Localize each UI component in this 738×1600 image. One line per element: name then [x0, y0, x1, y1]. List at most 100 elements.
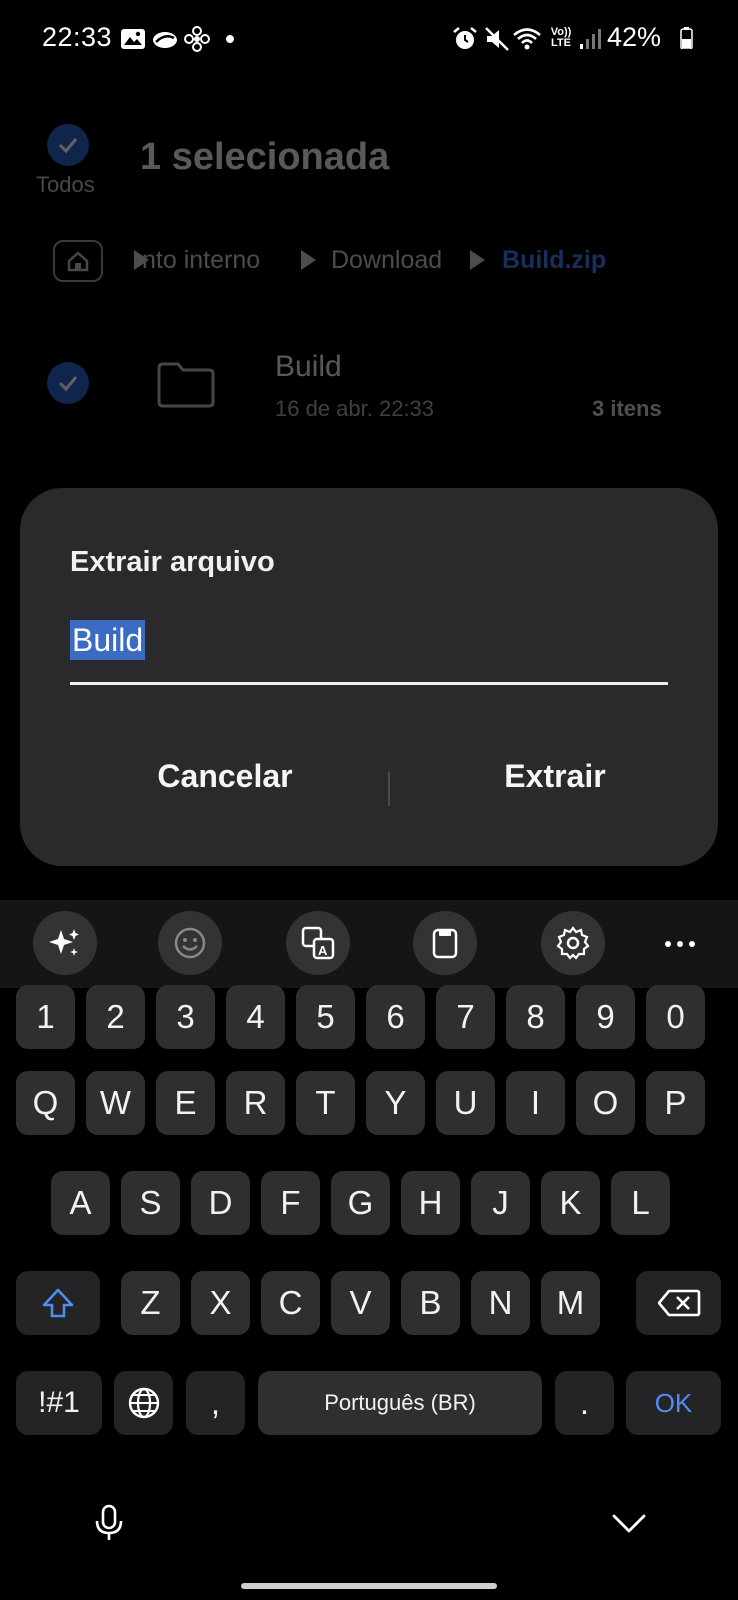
dialog-title: Extrair arquivo: [70, 546, 275, 578]
fan-icon: [184, 26, 210, 52]
key-5[interactable]: 5: [296, 985, 355, 1049]
selection-title: 1 selecionada: [140, 136, 390, 178]
translate-button[interactable]: A: [286, 911, 350, 975]
emoji-button[interactable]: [158, 911, 222, 975]
home-indicator[interactable]: [241, 1583, 497, 1589]
key-s[interactable]: S: [121, 1171, 180, 1235]
clipboard-button[interactable]: [413, 911, 477, 975]
home-icon: [67, 251, 89, 272]
key-9[interactable]: 9: [576, 985, 635, 1049]
key-e[interactable]: E: [156, 1071, 215, 1135]
file-date: 16 de abr. 22:33: [275, 396, 435, 421]
more-icon: [665, 941, 695, 947]
ai-sparkle-icon: [49, 929, 79, 956]
breadcrumb-internal-storage[interactable]: nto interno: [142, 246, 260, 275]
settings-icon: [556, 926, 590, 960]
cloud-icon: [153, 32, 177, 48]
breadcrumb-arrow-icon: [301, 250, 316, 270]
breadcrumb-arrow-icon: [470, 250, 485, 270]
key-1[interactable]: 1: [16, 985, 75, 1049]
clipboard-icon: [432, 928, 458, 959]
key-7[interactable]: 7: [436, 985, 495, 1049]
alarm-icon: [453, 27, 477, 49]
ok-key[interactable]: OK: [626, 1371, 721, 1435]
key-h[interactable]: H: [401, 1171, 460, 1235]
key-i[interactable]: I: [506, 1071, 565, 1135]
key-j[interactable]: J: [471, 1171, 530, 1235]
emoji-icon: [174, 927, 206, 959]
select-all-checkbox[interactable]: [47, 124, 89, 166]
more-button[interactable]: [660, 924, 700, 964]
key-r[interactable]: R: [226, 1071, 285, 1135]
mute-icon: [485, 27, 509, 51]
hide-keyboard-button[interactable]: [606, 1500, 652, 1546]
file-item-checkbox[interactable]: [47, 362, 89, 404]
key-n[interactable]: N: [471, 1271, 530, 1335]
key-8[interactable]: 8: [506, 985, 565, 1049]
key-a[interactable]: A: [51, 1171, 110, 1235]
globe-icon: [128, 1387, 159, 1419]
folder-name-input[interactable]: Build: [70, 616, 668, 685]
chevron-down-icon: [612, 1514, 646, 1533]
key-g[interactable]: G: [331, 1171, 390, 1235]
select-all-label: Todos: [36, 172, 95, 197]
key-o[interactable]: O: [576, 1071, 635, 1135]
key-b[interactable]: B: [401, 1271, 460, 1335]
key-w[interactable]: W: [86, 1071, 145, 1135]
file-item-count: 3 itens: [592, 396, 662, 421]
keyboard-settings-button[interactable]: [541, 911, 605, 975]
key-p[interactable]: P: [646, 1071, 705, 1135]
key-v[interactable]: V: [331, 1271, 390, 1335]
backspace-icon: [657, 1289, 700, 1317]
file-name[interactable]: Build: [275, 350, 342, 384]
translate-icon: A: [301, 926, 335, 960]
shift-icon: [42, 1288, 74, 1318]
voice-input-button[interactable]: [86, 1500, 132, 1546]
wifi-icon: [513, 28, 541, 50]
key-4[interactable]: 4: [226, 985, 285, 1049]
key-c[interactable]: C: [261, 1271, 320, 1335]
key-2[interactable]: 2: [86, 985, 145, 1049]
signal-icon: [580, 29, 601, 49]
storage-home-button[interactable]: [53, 240, 103, 282]
key-z[interactable]: Z: [121, 1271, 180, 1335]
breadcrumb-download[interactable]: Download: [331, 246, 442, 275]
key-y[interactable]: Y: [366, 1071, 425, 1135]
folder-name-selected-text: Build: [70, 620, 146, 660]
language-key[interactable]: [114, 1371, 173, 1435]
backspace-key[interactable]: [636, 1271, 721, 1335]
key-m[interactable]: M: [541, 1271, 600, 1335]
key-f[interactable]: F: [261, 1171, 320, 1235]
comma-key[interactable]: ,: [186, 1371, 245, 1435]
extract-dialog: Extrair arquivo Build Cancelar Extrair: [20, 488, 718, 866]
svg-text:A: A: [318, 943, 328, 958]
microphone-icon: [95, 1504, 123, 1540]
space-key[interactable]: Português (BR): [258, 1371, 542, 1435]
key-l[interactable]: L: [611, 1171, 670, 1235]
ai-sparkle-button[interactable]: [33, 911, 97, 975]
key-q[interactable]: Q: [16, 1071, 75, 1135]
folder-icon: [157, 362, 215, 408]
symbols-key[interactable]: !#1: [16, 1371, 102, 1435]
key-d[interactable]: D: [191, 1171, 250, 1235]
button-divider: [388, 772, 390, 806]
status-time: 22:33: [42, 22, 113, 52]
keyboard: A 1 2 3 4 5 6 7 8 9 0 Q W E R T Y U I O …: [0, 900, 738, 1600]
shift-key[interactable]: [16, 1271, 100, 1335]
breadcrumb-current: Build.zip: [502, 246, 607, 274]
period-key[interactable]: .: [555, 1371, 614, 1435]
key-0[interactable]: 0: [646, 985, 705, 1049]
key-x[interactable]: X: [191, 1271, 250, 1335]
check-icon: [58, 138, 78, 154]
image-icon: [121, 29, 145, 49]
key-u[interactable]: U: [436, 1071, 495, 1135]
key-3[interactable]: 3: [156, 985, 215, 1049]
status-bar: 22:33 Vo)) LTE 42%: [0, 0, 738, 80]
extract-button[interactable]: Extrair: [410, 746, 700, 806]
key-k[interactable]: K: [541, 1171, 600, 1235]
key-6[interactable]: 6: [366, 985, 425, 1049]
cancel-button[interactable]: Cancelar: [80, 746, 370, 806]
key-t[interactable]: T: [296, 1071, 355, 1135]
dot-icon: [226, 35, 234, 43]
battery-icon: [680, 27, 693, 49]
